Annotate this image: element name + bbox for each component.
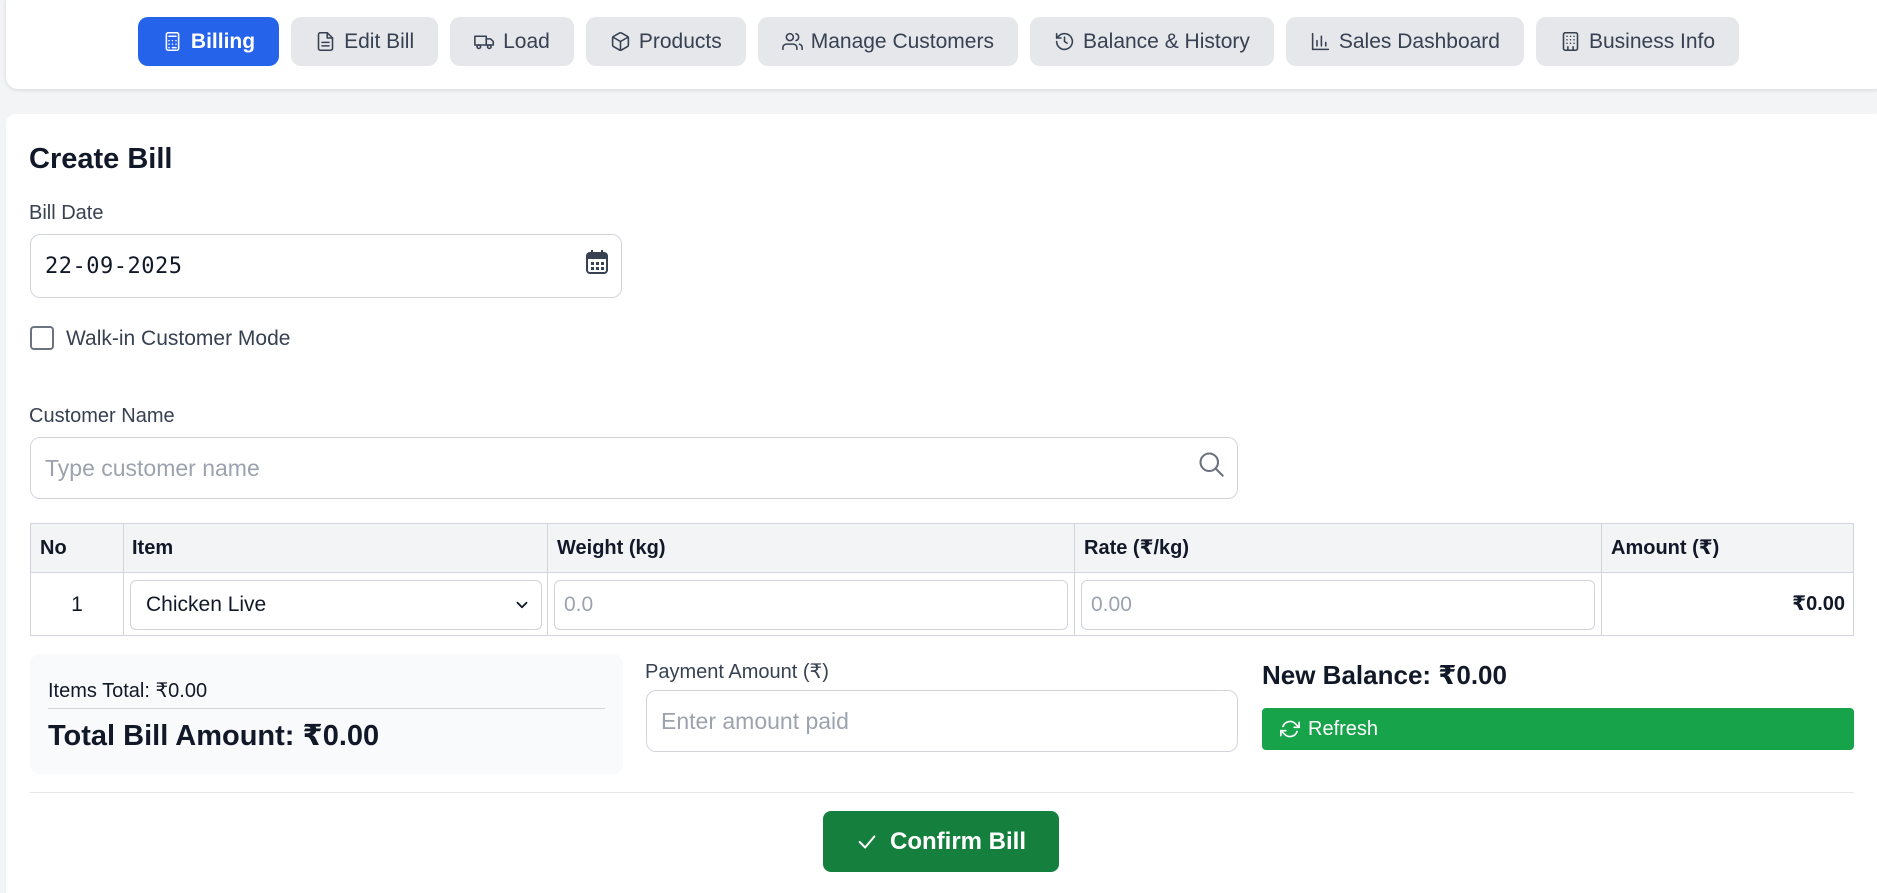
confirm-bill-button[interactable]: Confirm Bill [823,811,1059,872]
tab-sales-dashboard[interactable]: Sales Dashboard [1285,17,1524,66]
tab-label: Balance & History [1082,29,1250,53]
tab-label: Billing [190,29,256,53]
payment-amount-field [646,690,1238,752]
column-divider [1074,524,1075,635]
truck-icon [474,35,495,50]
totals-summary: Items Total: ₹0.00 Total Bill Amount: ₹0… [30,654,623,774]
tab-label: Load [503,29,550,53]
top-nav: Billing Edit Bill Load Products Manage C… [0,17,1877,66]
walkin-checkbox[interactable] [30,326,54,350]
refresh-button[interactable]: Refresh [1262,708,1854,750]
totals-divider [48,708,605,709]
confirm-label: Confirm Bill [890,827,1026,855]
chevron-down-icon [516,601,528,609]
rate-input[interactable]: 0.00 [1081,580,1595,630]
header-weight: Weight (kg) [557,537,666,559]
bill-date-label: Bill Date [29,202,104,224]
row-amount: ₹0.00 [1792,593,1845,615]
customer-search-field [30,437,1238,499]
customer-search-input[interactable] [45,454,1223,482]
history-icon [1055,32,1074,51]
tab-label: Products [638,29,722,53]
tab-products[interactable]: Products [585,17,746,66]
check-icon [858,834,876,849]
payment-amount-input[interactable] [661,707,1223,735]
table-header: No Item Weight (kg) Rate (₹/kg) Amount (… [31,524,1853,573]
weight-input[interactable]: 0.0 [554,580,1068,630]
customer-name-label: Customer Name [29,405,175,427]
calendar-icon[interactable] [585,249,609,275]
payment-amount-label: Payment Amount (₹) [645,661,829,683]
search-icon [1199,452,1224,477]
row-number: 1 [71,593,83,616]
total-bill-amount: Total Bill Amount: ₹0.00 [48,720,380,752]
building-icon [1562,31,1579,52]
walkin-label: Walk-in Customer Mode [66,327,291,350]
refresh-icon [1280,720,1300,738]
calculator-icon [165,31,180,52]
file-text-icon [317,31,334,52]
tab-manage-customers[interactable]: Manage Customers [757,17,1018,66]
tab-label: Sales Dashboard [1338,29,1500,53]
item-select[interactable]: Chicken Live [130,580,542,630]
create-bill-card [6,114,1877,893]
tab-label: Manage Customers [810,29,994,53]
header-item: Item [132,537,174,559]
column-divider [547,524,548,635]
new-balance: New Balance: ₹0.00 [1262,660,1507,690]
header-rate: Rate (₹/kg) [1084,537,1190,559]
tab-label: Business Info [1588,29,1716,53]
tab-business-info[interactable]: Business Info [1535,17,1740,66]
items-table: No Item Weight (kg) Rate (₹/kg) Amount (… [30,523,1854,636]
package-icon [611,31,630,52]
tab-edit-bill[interactable]: Edit Bill [291,17,439,66]
column-divider [123,524,124,635]
tab-balance-history[interactable]: Balance & History [1029,17,1274,66]
tab-load[interactable]: Load [450,17,574,66]
column-divider [1601,524,1602,635]
tab-label: Edit Bill [344,29,415,53]
tab-billing[interactable]: Billing [137,17,280,66]
bill-date-field[interactable]: 22-09-2025 [30,234,622,298]
bill-date-value: 22-09-2025 [45,253,183,279]
page-title: Create Bill [29,143,173,175]
bar-chart-icon [1311,32,1330,51]
header-no: No [40,537,67,559]
refresh-label: Refresh [1308,717,1379,740]
item-select-value: Chicken Live [146,593,267,616]
users-icon [781,32,803,51]
header-amount: Amount (₹) [1611,537,1720,559]
section-divider [30,792,1854,793]
items-total: Items Total: ₹0.00 [48,680,208,702]
